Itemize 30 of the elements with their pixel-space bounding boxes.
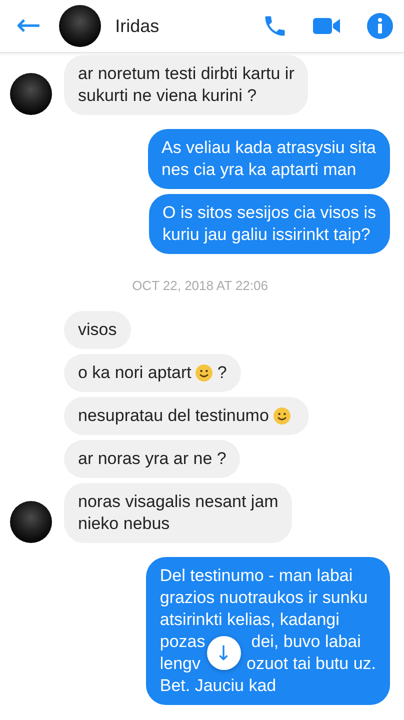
timestamp: OCT 22, 2018 AT 22:06 bbox=[131, 278, 269, 293]
info-icon[interactable] bbox=[366, 12, 394, 40]
message-text: sukurti ne viena kurini ? bbox=[78, 85, 257, 107]
message-text: nes cia yra ka aptarti man bbox=[162, 159, 356, 181]
contact-name: Iridas bbox=[115, 16, 160, 36]
message-text: As veliau kada atrasysiu sita bbox=[162, 137, 376, 159]
message-text: atsirinkti kelias, kadangi bbox=[160, 609, 340, 631]
message-text: o ka nori aptart bbox=[78, 362, 192, 384]
message-text: ar noras yra ar ne ? bbox=[78, 448, 226, 470]
message-text: kuriu jau galiu issirinkt taip? bbox=[162, 224, 370, 246]
back-button[interactable]: ← bbox=[12, 11, 46, 41]
message-text: ar noretum testi dirbti kartu ir bbox=[78, 63, 294, 85]
message-text: nieko nebus bbox=[78, 513, 170, 535]
message-text: visos bbox=[78, 319, 117, 341]
message-text: ? bbox=[217, 362, 227, 384]
message-text: Del testinumo - man labai bbox=[160, 565, 353, 587]
message-text: pozas bbox=[160, 631, 206, 653]
avatar bbox=[10, 73, 52, 115]
message-text: Bet. Jauciu kad bbox=[160, 675, 276, 697]
message-text: O is sitos sesijos cia visos is bbox=[162, 202, 376, 224]
message-text: lengv bbox=[160, 653, 201, 675]
video-camera-icon[interactable] bbox=[312, 15, 342, 37]
scroll-down-button[interactable]: ↓ bbox=[206, 636, 241, 670]
message-text: ozuot tai butu uz. bbox=[246, 653, 376, 675]
message-text: dei, buvo labai bbox=[251, 631, 361, 653]
avatar bbox=[59, 5, 102, 47]
avatar bbox=[10, 501, 52, 543]
message-text: nesupratau del testinumo bbox=[78, 405, 269, 427]
message-text: noras visagalis nesant jam bbox=[78, 491, 278, 513]
message-text: grazios nuotraukos ir sunku bbox=[160, 587, 368, 609]
